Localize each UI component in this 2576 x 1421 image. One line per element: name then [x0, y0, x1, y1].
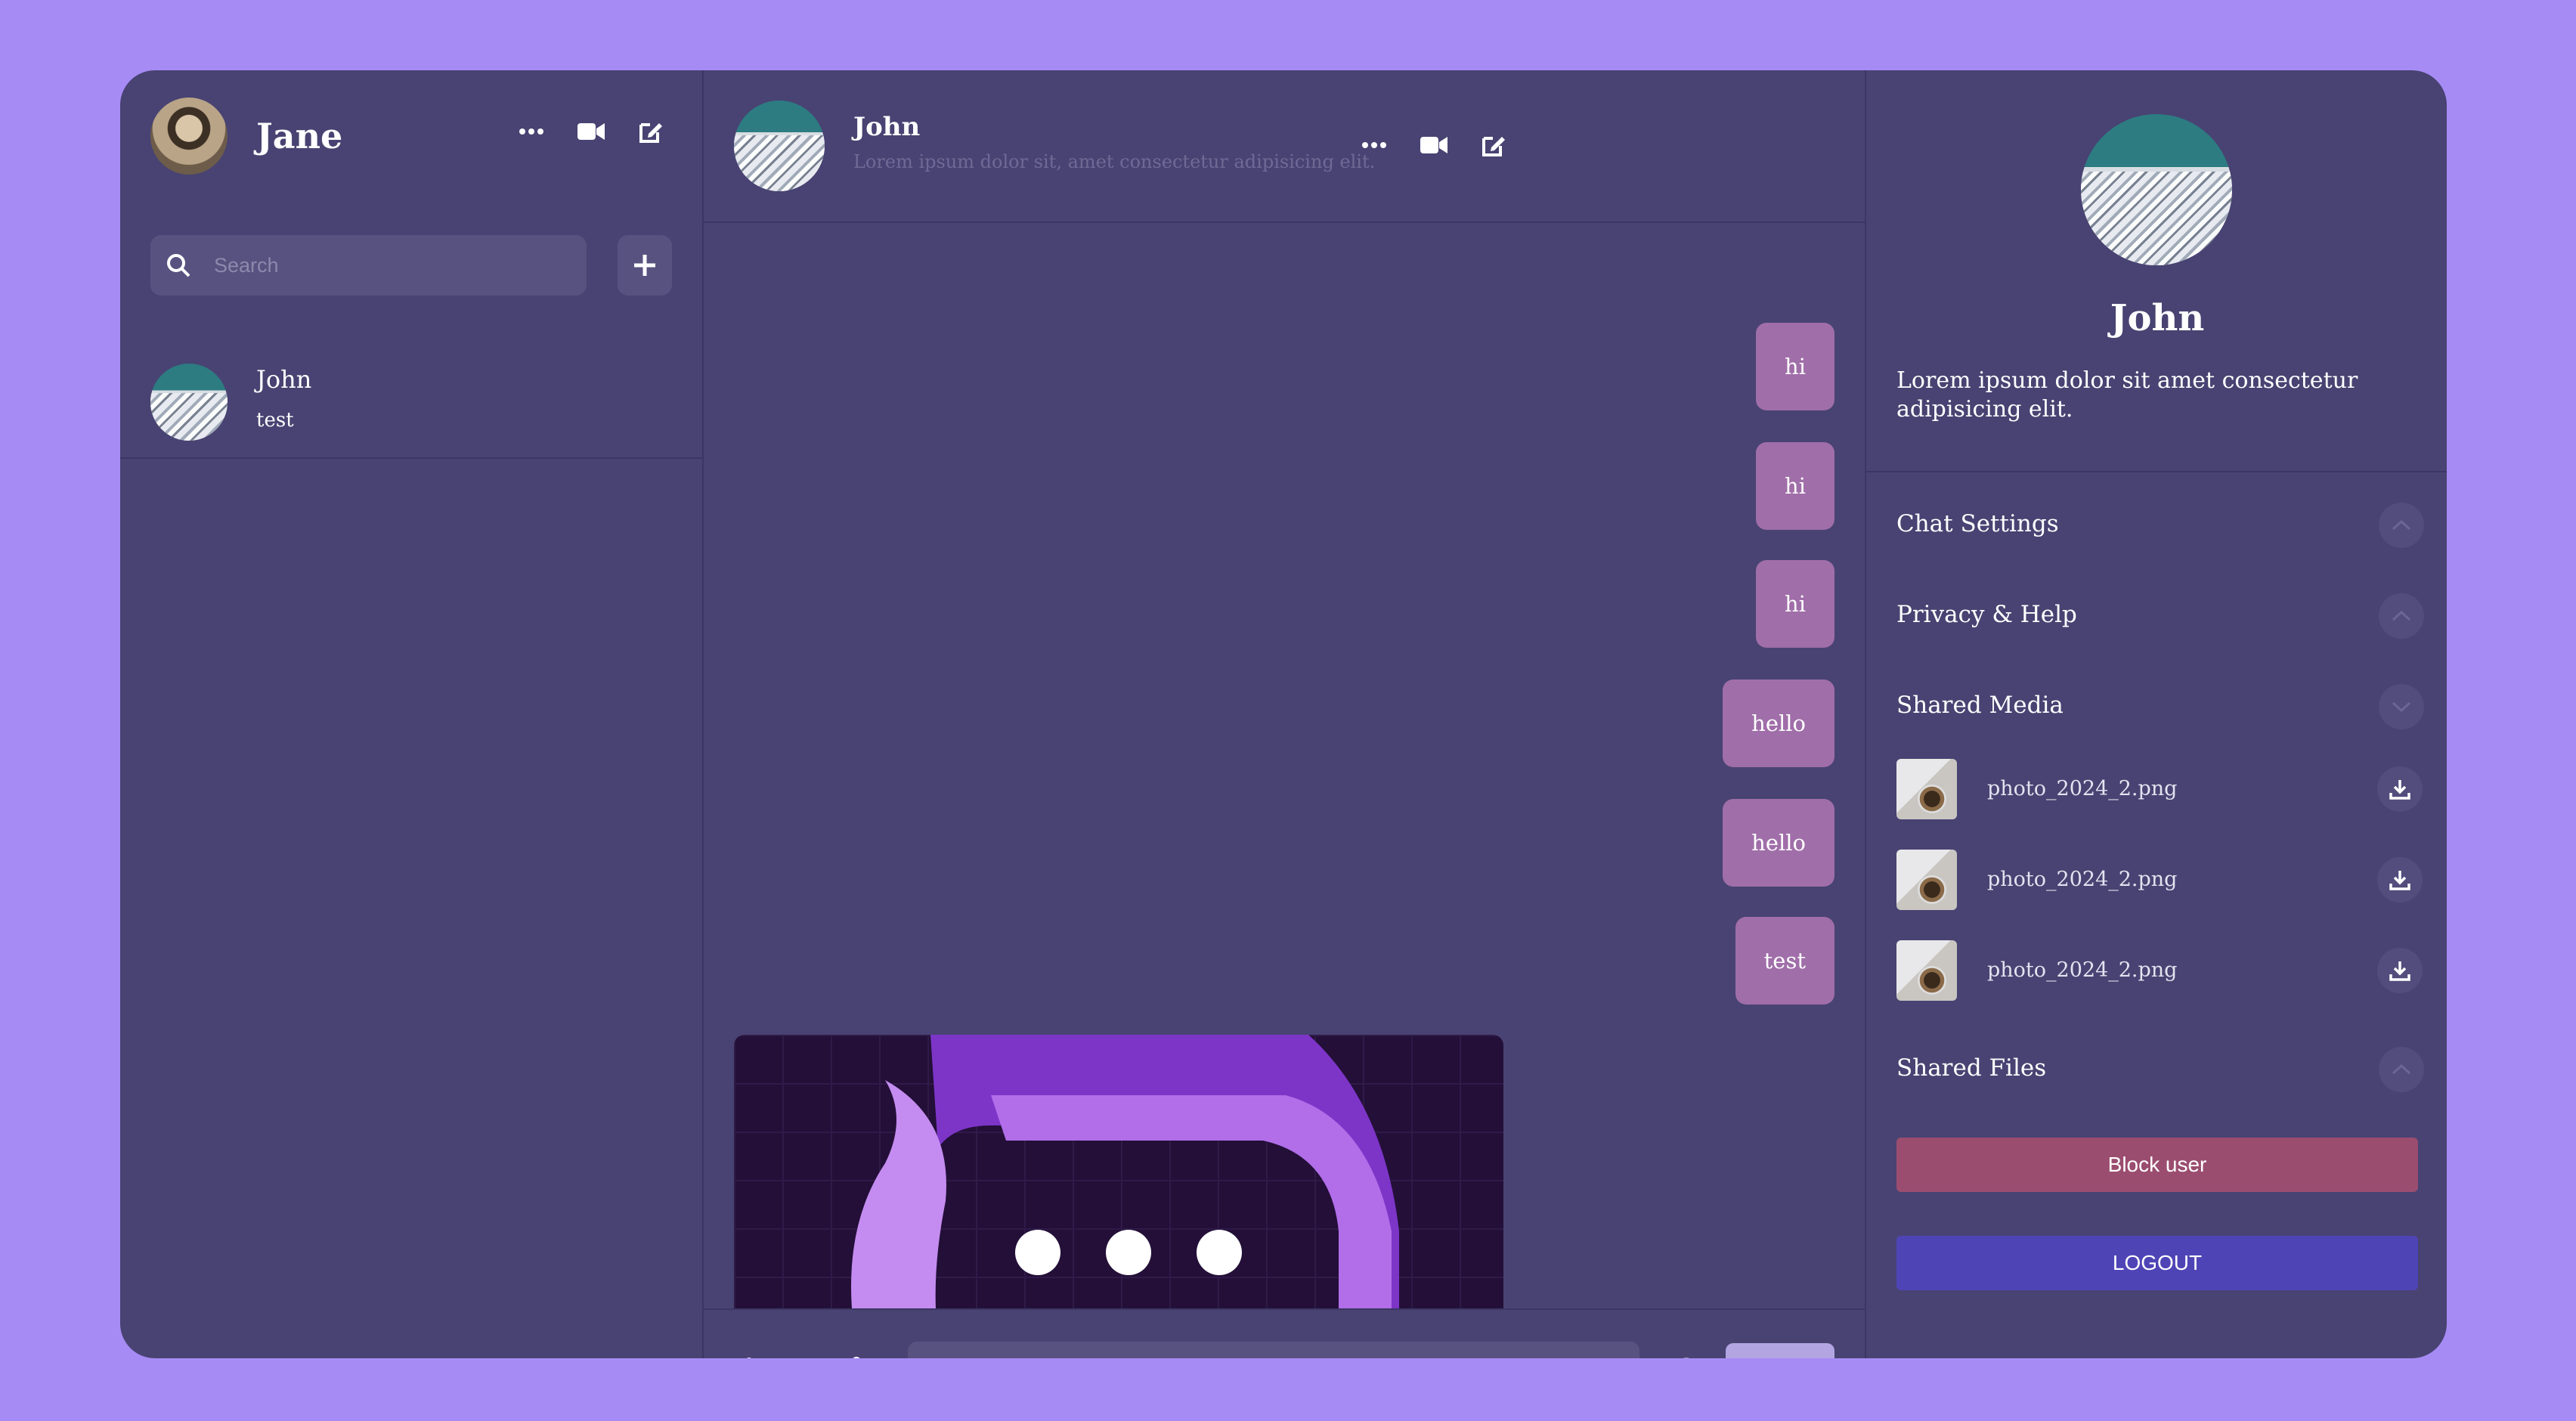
emoji-icon[interactable]	[1673, 1357, 1700, 1358]
message-bubble: test	[1735, 917, 1834, 1005]
media-filename: photo_2024_2.png	[1987, 958, 2178, 982]
section-shared-files[interactable]: Shared Files	[1896, 1054, 2046, 1082]
chat-avatar	[734, 101, 825, 191]
video-icon[interactable]	[577, 122, 605, 141]
message-bubble: hi	[1756, 323, 1834, 410]
current-user-avatar	[150, 98, 228, 175]
add-chat-button[interactable]	[618, 235, 672, 296]
message-composer: Send	[704, 1342, 1865, 1358]
left-panel: Jane John test	[120, 70, 704, 1358]
chat-panel: John Lorem ipsum dolor sit, amet consect…	[704, 70, 1866, 1358]
section-privacy-help[interactable]: Privacy & Help	[1896, 601, 2077, 628]
logout-button[interactable]: LOGOUT	[1896, 1236, 2418, 1290]
contact-avatar	[150, 364, 228, 441]
chat-actions	[1361, 132, 1506, 158]
more-icon[interactable]	[1361, 141, 1387, 149]
media-thumbnail[interactable]	[1896, 850, 1957, 910]
contact-last-message: test	[256, 409, 294, 432]
chevron-up-icon[interactable]	[2379, 593, 2424, 639]
message-input[interactable]	[908, 1342, 1639, 1358]
chat-logo-image	[851, 1035, 1399, 1308]
message-list: hi hi hi hello hello test	[704, 223, 1865, 1308]
plus-icon	[634, 255, 655, 276]
search-input[interactable]	[212, 252, 548, 278]
media-thumbnail[interactable]	[1896, 940, 1957, 1001]
chat-contact-status: Lorem ipsum dolor sit, amet consectetur …	[853, 151, 1376, 172]
section-chat-settings[interactable]: Chat Settings	[1896, 510, 2059, 537]
chat-contact-name: John	[853, 112, 921, 142]
more-icon[interactable]	[519, 128, 544, 135]
profile-name: John	[2110, 297, 2205, 339]
send-button[interactable]: Send	[1726, 1343, 1834, 1358]
chevron-up-icon[interactable]	[2379, 1047, 2424, 1092]
shared-media-item: photo_2024_2.png	[1896, 759, 2423, 819]
message-bubble: hello	[1723, 680, 1834, 767]
video-icon[interactable]	[1420, 135, 1447, 155]
current-user-name: Jane	[256, 116, 343, 156]
block-user-button[interactable]: Block user	[1896, 1138, 2418, 1192]
media-filename: photo_2024_2.png	[1987, 868, 2178, 891]
message-bubble: hello	[1723, 799, 1834, 887]
user-actions	[519, 119, 664, 144]
shared-media-item: photo_2024_2.png	[1896, 940, 2423, 1001]
paperclip-icon[interactable]	[731, 1357, 758, 1358]
chat-header: John Lorem ipsum dolor sit, amet consect…	[704, 70, 1865, 223]
section-shared-media[interactable]: Shared Media	[1896, 692, 2064, 719]
current-user: Jane	[150, 98, 342, 175]
chevron-down-icon[interactable]	[2379, 684, 2424, 729]
message-bubble: hi	[1756, 560, 1834, 648]
search-bar	[150, 235, 587, 296]
search-icon	[166, 252, 191, 278]
download-icon[interactable]	[2377, 948, 2423, 993]
image-message[interactable]	[734, 1035, 1503, 1308]
download-icon[interactable]	[2377, 766, 2423, 812]
composer-divider	[704, 1308, 1865, 1310]
edit-icon[interactable]	[638, 119, 664, 144]
contact-list-item[interactable]: John test	[120, 342, 702, 459]
message-bubble: hi	[1756, 442, 1834, 530]
mic-icon[interactable]	[846, 1355, 867, 1358]
details-panel: John Lorem ipsum dolor sit amet consecte…	[1866, 70, 2447, 1358]
media-thumbnail[interactable]	[1896, 759, 1957, 819]
media-filename: photo_2024_2.png	[1987, 777, 2178, 800]
profile-bio: Lorem ipsum dolor sit amet consectetur a…	[1896, 367, 2358, 423]
edit-icon[interactable]	[1481, 132, 1506, 158]
chat-app-window: Jane John test	[120, 70, 2447, 1358]
contact-name: John	[256, 365, 312, 394]
divider	[1866, 471, 2447, 472]
chevron-up-icon[interactable]	[2379, 503, 2424, 548]
profile-avatar	[2081, 114, 2232, 265]
download-icon[interactable]	[2377, 857, 2423, 902]
shared-media-item: photo_2024_2.png	[1896, 850, 2423, 910]
